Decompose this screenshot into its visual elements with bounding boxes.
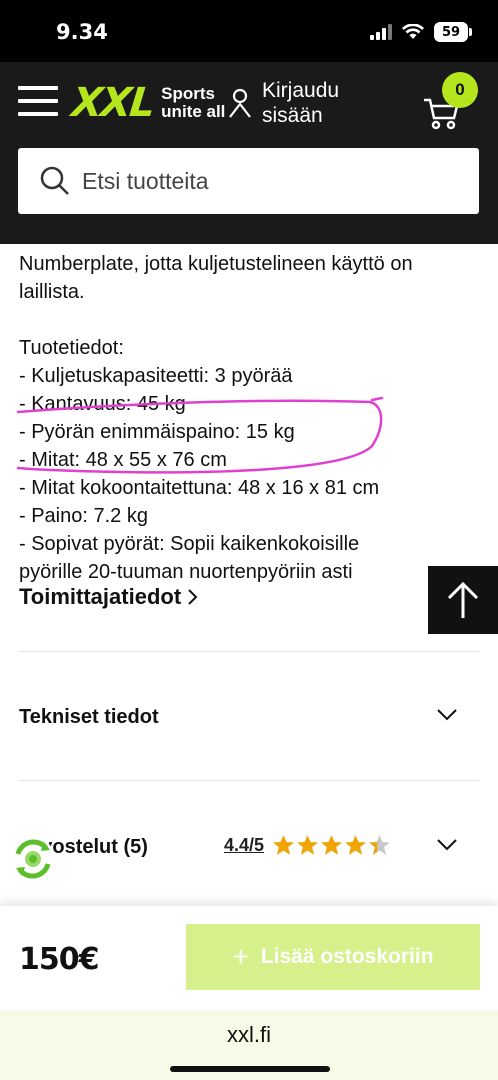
star-icon (369, 835, 390, 855)
login-label: Kirjaudu sisään (262, 78, 339, 128)
star-icon (273, 835, 294, 855)
login-line1: Kirjaudu (262, 79, 340, 102)
tech-specs-accordion[interactable]: Tekniset tiedot (19, 706, 159, 729)
spec-line: - Mitat kokoontaitettuna: 48 x 16 x 81 c… (19, 477, 380, 499)
status-bar: 9.34 59 (0, 0, 498, 62)
search-input[interactable] (82, 167, 442, 195)
scroll-to-top-button[interactable] (428, 566, 498, 634)
star-rating (272, 834, 391, 856)
battery-indicator: 59 (434, 22, 472, 42)
bottom-purchase-bar: 150€ + Lisää ostoskoriin (0, 906, 498, 1010)
add-to-cart-label: Lisää ostoskoriin (260, 945, 434, 968)
site-header: XXL Sports unite all Kirjaudu sisään 0 (0, 62, 498, 244)
menu-icon[interactable] (18, 86, 58, 116)
cart-count-badge: 0 (442, 72, 478, 108)
star-icon (345, 835, 366, 855)
status-icons: 59 (370, 22, 472, 42)
spec-line: pyörille 20-tuuman nuortenpyöriin asti (19, 561, 353, 583)
spec-line: - Pyörän enimmäispaino: 15 kg (19, 421, 295, 443)
rating-summary[interactable]: 4.4/5 (224, 834, 391, 856)
url-domain: xxl.fi (227, 1022, 271, 1047)
desc-line: Numberplate, jotta kuljetustelineen käyt… (19, 253, 413, 275)
login-link[interactable]: Kirjaudu sisään (228, 78, 339, 128)
product-price: 150€ (19, 942, 99, 977)
rating-value: 4.4/5 (224, 834, 265, 855)
home-indicator[interactable] (170, 1066, 330, 1072)
search-icon (40, 166, 69, 195)
star-icon (321, 835, 342, 855)
divider (19, 651, 479, 652)
spec-line: - Mitat: 48 x 55 x 76 cm (19, 449, 227, 471)
spec-line: - Kantavuus: 45 kg (19, 393, 186, 415)
logo-tagline: Sports unite all (161, 85, 225, 121)
supplier-info-label: Toimittajatiedot (19, 584, 182, 609)
plus-icon: + (232, 941, 249, 972)
product-description: Numberplate, jotta kuljetustelineen käyt… (19, 244, 479, 586)
chevron-right-icon (188, 589, 198, 605)
spec-line: - Paino: 7.2 kg (19, 505, 148, 527)
browser-url-bar[interactable]: xxl.fi (0, 1010, 498, 1080)
eco-recycle-icon[interactable] (10, 836, 56, 882)
specs-title: Tuotetiedot: (19, 337, 124, 359)
spec-line: - Sopivat pyörät: Sopii kaikenkokoisille (19, 533, 360, 555)
spec-line: - Kuljetuskapasiteetti: 3 pyörää (19, 365, 293, 387)
logo-mark: XXL (69, 80, 156, 126)
supplier-info-link[interactable]: Toimittajatiedot (19, 584, 199, 610)
cut-line (19, 244, 479, 250)
user-icon (229, 88, 251, 118)
desc-line: laillista. (19, 281, 85, 303)
xxl-logo[interactable]: XXL Sports unite all (69, 80, 226, 126)
tagline-line2: unite all (161, 102, 226, 121)
arrow-up-icon (447, 581, 479, 618)
cart-button[interactable]: 0 (420, 72, 480, 132)
status-time: 9.34 (56, 20, 108, 44)
search-box[interactable] (18, 148, 479, 214)
signal-icon (370, 24, 392, 40)
add-to-cart-button[interactable]: + Lisää ostoskoriin (186, 924, 480, 990)
chevron-down-icon[interactable] (436, 708, 458, 722)
divider (19, 780, 479, 781)
tagline-line1: Sports (161, 84, 216, 103)
login-line2: sisään (262, 104, 323, 127)
star-icon (297, 835, 318, 855)
wifi-icon (402, 24, 424, 39)
chevron-down-icon[interactable] (436, 838, 458, 852)
